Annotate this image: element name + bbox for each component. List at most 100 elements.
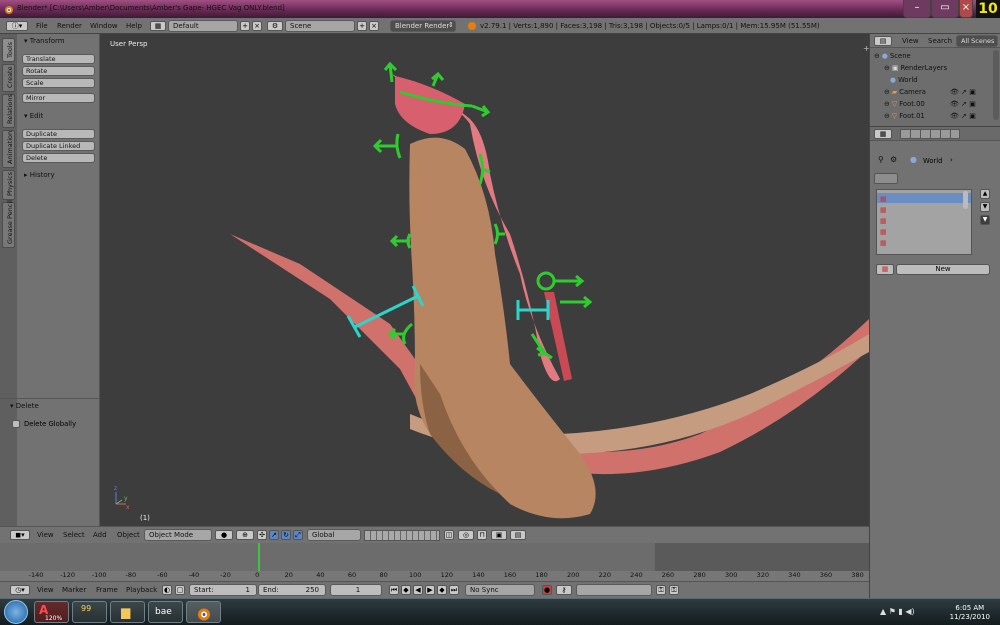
tray-icons[interactable]: ▲ ⚑ ▮ ◀) — [880, 607, 940, 619]
texture-move-up-button[interactable]: ▲ — [980, 189, 990, 199]
system-clock[interactable]: 6:05 AM 11/23/2010 — [950, 604, 990, 622]
pin-icon[interactable]: ⚲ — [878, 155, 884, 164]
scene-add-button[interactable]: + — [357, 21, 367, 31]
delete-keyframe-icon[interactable]: ⚿ — [669, 585, 679, 595]
texture-browse-button[interactable]: ▦ — [876, 264, 894, 275]
transform-panel-header[interactable]: ▾ Transform — [18, 35, 99, 47]
next-keyframe-icon[interactable]: ◆ — [437, 585, 447, 595]
end-frame-field[interactable]: End: 250 — [258, 584, 326, 596]
editor-type-button[interactable]: ⓘ▾ — [6, 21, 28, 31]
menu-add[interactable]: Add — [93, 531, 107, 539]
outliner-item-scene[interactable]: ⊖ ● Scene — [870, 50, 992, 62]
menu-view[interactable]: View — [37, 531, 54, 539]
timeline-menu-playback[interactable]: Playback — [126, 586, 157, 594]
layout-add-button[interactable]: + — [240, 21, 250, 31]
menu-file[interactable]: File — [36, 22, 48, 30]
timeline-menu-marker[interactable]: Marker — [62, 586, 86, 594]
texture-specials-button[interactable]: ▼ — [980, 215, 990, 225]
outliner-menu-view[interactable]: View — [902, 37, 919, 45]
rotate-manipulator-icon[interactable]: ↻ — [281, 530, 291, 540]
outliner-menu-search[interactable]: Search — [928, 37, 952, 45]
display-mode-select[interactable]: All Scenes — [956, 35, 998, 47]
scale-button[interactable]: Scale — [22, 78, 95, 88]
menu-object[interactable]: Object — [117, 531, 140, 539]
properties-context-tabs[interactable] — [900, 129, 960, 139]
manipulator-toggle[interactable]: ✣ — [257, 530, 267, 540]
menu-window[interactable]: Window — [90, 22, 118, 30]
texture-list-scrollbar[interactable] — [963, 191, 968, 209]
timeline[interactable]: -140 -120 -100 -80 -60 -40 -20 0 20 40 60 80 100 120 1… — [0, 543, 869, 581]
timeline-editor-type-button[interactable]: ◷▾ — [10, 585, 30, 595]
taskbar-app-bae[interactable]: bae — [148, 601, 183, 623]
keying-set-field[interactable] — [576, 584, 652, 596]
lock-range-icon[interactable]: ▢ — [175, 585, 185, 595]
taskbar-app-explorer[interactable]: ▆ — [110, 601, 145, 623]
taskbar-app-acrobat[interactable]: A 120% — [34, 601, 69, 623]
duplicate-linked-button[interactable]: Duplicate Linked — [22, 141, 95, 151]
texture-move-down-button[interactable]: ▼ — [980, 202, 990, 212]
preview-range-icon[interactable]: ◐ — [162, 585, 172, 595]
texture-slot-selected[interactable] — [877, 193, 971, 203]
tab-physics[interactable]: Physics — [2, 170, 15, 200]
render-engine-select[interactable]: Blender Render — [390, 20, 456, 32]
maximize-button[interactable]: ▭ — [931, 0, 959, 18]
tab-relations[interactable]: Relations — [2, 94, 15, 128]
orientation-select[interactable]: Global — [307, 529, 361, 541]
scene-remove-button[interactable]: × — [369, 21, 379, 31]
outliner-visibility-icons[interactable]: 👁 ➚ ▣ 👁 ➚ ▣ 👁 ➚ ▣ — [950, 86, 990, 122]
delete-globally-checkbox[interactable] — [12, 420, 20, 428]
texture-slot-list[interactable]: ▦ ▦ ▦ ▦ ▦ — [876, 189, 972, 255]
jump-end-icon[interactable]: ⏭ — [449, 585, 459, 595]
start-frame-field[interactable]: Start: 1 — [189, 584, 257, 596]
shading-select[interactable]: ● — [215, 530, 233, 540]
edit-panel-header[interactable]: ▾ Edit — [18, 110, 99, 122]
insert-keyframe-icon[interactable]: ⚿ — [656, 585, 666, 595]
layout-icon[interactable]: ▦ — [150, 21, 166, 31]
layer-buttons[interactable] — [364, 530, 440, 541]
mirror-button[interactable]: Mirror — [22, 93, 95, 103]
tab-animation[interactable]: Animation — [2, 130, 15, 168]
rotate-button[interactable]: Rotate — [22, 66, 95, 76]
taskbar-app-paint[interactable]: 99 — [72, 601, 107, 623]
tab-tools[interactable]: Tools — [2, 38, 15, 62]
snap-icon[interactable]: ⊓ — [477, 530, 487, 540]
start-button[interactable] — [4, 600, 28, 624]
render-icon[interactable]: ▣ — [491, 530, 507, 540]
keying-set-icon[interactable]: ⚷ — [556, 585, 572, 595]
close-button[interactable]: × — [959, 0, 973, 18]
translate-button[interactable]: Translate — [22, 54, 95, 64]
current-frame-field[interactable]: 1 — [330, 584, 382, 596]
outliner-editor-type-button[interactable]: ▤ — [874, 36, 892, 46]
properties-editor-type-button[interactable]: ▦ — [874, 129, 892, 139]
outliner-item-renderlayers[interactable]: ⊖ ▣ RenderLayers — [870, 62, 992, 74]
new-texture-button[interactable]: New — [896, 264, 990, 275]
play-reverse-icon[interactable]: ◀ — [413, 585, 423, 595]
minimize-button[interactable]: – — [903, 0, 931, 18]
delete-button[interactable]: Delete — [22, 153, 95, 163]
scene-icon[interactable]: ⚙ — [267, 21, 283, 31]
3d-editor-type-button[interactable]: ◼▾ — [10, 530, 30, 540]
outliner-scrollbar[interactable] — [993, 50, 999, 120]
lock-icon[interactable]: ◫ — [444, 530, 454, 540]
layout-field[interactable]: Default — [168, 20, 238, 32]
operator-panel-header[interactable]: ▾ Delete — [4, 400, 85, 412]
menu-help[interactable]: Help — [126, 22, 142, 30]
timeline-menu-view[interactable]: View — [37, 586, 54, 594]
opengl-render-icon[interactable]: ▤ — [510, 530, 526, 540]
proportional-edit-icon[interactable]: ◎ — [458, 530, 474, 540]
translate-manipulator-icon[interactable]: ↗ — [269, 530, 279, 540]
menu-select[interactable]: Select — [63, 531, 85, 539]
scale-manipulator-icon[interactable]: ⤢ — [293, 530, 303, 540]
taskbar-app-blender[interactable] — [186, 601, 221, 623]
scene-field[interactable]: Scene — [285, 20, 355, 32]
tab-grease-pencil[interactable]: Grease Pencil — [2, 200, 15, 248]
record-icon[interactable]: ● — [542, 585, 552, 595]
jump-start-icon[interactable]: ⏮ — [389, 585, 399, 595]
layout-remove-button[interactable]: × — [252, 21, 262, 31]
menu-render[interactable]: Render — [57, 22, 82, 30]
mode-select[interactable]: Object Mode — [144, 529, 212, 541]
sync-mode-select[interactable]: No Sync — [465, 584, 535, 596]
history-panel-header[interactable]: ▸ History — [18, 169, 99, 181]
pivot-select[interactable]: ⊕ — [236, 530, 254, 540]
tab-create[interactable]: Create — [2, 64, 15, 92]
